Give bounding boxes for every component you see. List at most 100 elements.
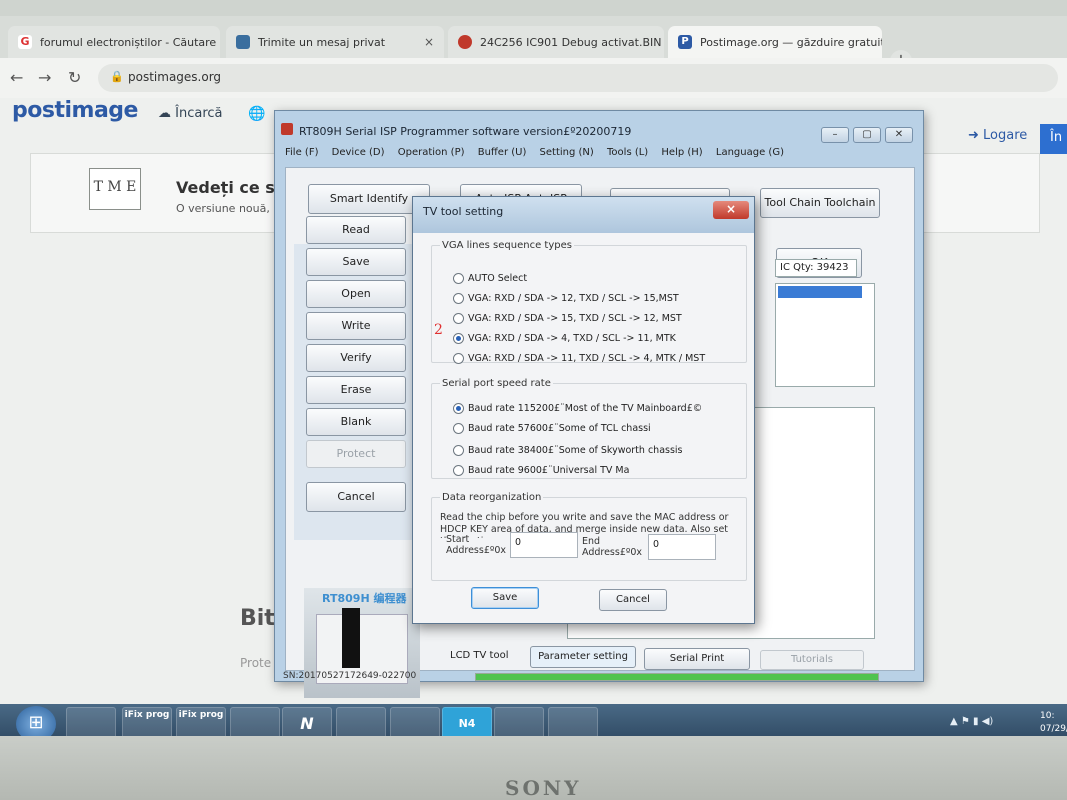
erase-button[interactable]: Erase [306, 376, 406, 404]
menu-device[interactable]: Device (D) [332, 147, 385, 158]
vga-option-auto[interactable]: AUTO Select [453, 273, 527, 284]
postimage-logo[interactable]: postimage [12, 98, 138, 123]
brand-label: SONY [505, 776, 582, 800]
vga-option-4-11[interactable]: VGA: RXD / SDA -> 4, TXD / SCL -> 11, MT… [453, 333, 676, 344]
baud-9600-option[interactable]: Baud rate 9600£¨Universal TV Ma [453, 465, 629, 476]
signup-button[interactable]: În [1040, 124, 1067, 154]
app-icon [281, 123, 293, 135]
dialog-cancel-button[interactable]: Cancel [599, 589, 667, 611]
device-label: RT809H 编程器 [322, 592, 407, 605]
login-label: Logare [983, 128, 1028, 143]
address-bar-row: ← → ↻ 🔒 postimages.org [0, 58, 1067, 98]
radio-button[interactable] [453, 353, 464, 364]
blank-button[interactable]: Blank [306, 408, 406, 436]
start-address-input[interactable]: 0 [510, 532, 578, 558]
radio-button-selected[interactable] [453, 403, 464, 414]
radio-button[interactable] [453, 445, 464, 456]
clock-time: 10: [1040, 711, 1055, 721]
radio-button[interactable] [453, 293, 464, 304]
dialog-close-button[interactable]: × [713, 201, 749, 219]
back-icon[interactable]: ← [10, 68, 23, 87]
browser-tab-google[interactable]: G forumul electroniștilor - Căutare ... … [8, 26, 220, 58]
login-link[interactable]: ➜ Logare [968, 128, 1027, 143]
radio-button[interactable] [453, 423, 464, 434]
option-label: VGA: RXD / SDA -> 15, TXD / SCL -> 12, M… [468, 313, 682, 324]
browser-tab-message[interactable]: Trimite un mesaj privat × [226, 26, 444, 58]
read-button[interactable]: Read [306, 216, 406, 244]
option-label: Baud rate 115200£¨Most of the TV Mainboa… [468, 403, 703, 414]
option-label: Baud rate 9600£¨Universal TV Ma [468, 465, 630, 476]
system-tray[interactable]: ▲ ⚑ ▮ ◀) [950, 716, 993, 727]
end-address-input[interactable]: 0 [648, 534, 716, 560]
tutorials-button[interactable]: Tutorials [760, 650, 864, 670]
radio-button-selected[interactable] [453, 333, 464, 344]
verify-button[interactable]: Verify [306, 344, 406, 372]
globe-icon[interactable]: 🌐 [248, 106, 265, 122]
taskbar: ⊞ iFix prog iFix prog N N4 ▲ ⚑ ▮ ◀) 10: … [0, 704, 1067, 740]
upload-link[interactable]: ☁ Încarcă [158, 106, 223, 121]
radio-button[interactable] [453, 313, 464, 324]
device-list[interactable] [775, 283, 875, 387]
option-label: Baud rate 57600£¨Some of TCL chassi [468, 423, 651, 434]
data-group-title: Data reorganization [440, 492, 544, 503]
menu-file[interactable]: File (F) [285, 147, 318, 158]
save-button[interactable]: Save [306, 248, 406, 276]
option-label: AUTO Select [468, 273, 528, 284]
record-icon [458, 35, 472, 49]
lock-icon: 🔒 [110, 70, 124, 83]
section-subtext: Prote [240, 656, 272, 670]
vga-group-title: VGA lines sequence types [440, 240, 574, 251]
tab-label: Trimite un mesaj privat [258, 35, 386, 49]
selected-row[interactable] [778, 286, 862, 298]
menu-language[interactable]: Language (G) [716, 147, 784, 158]
open-button[interactable]: Open [306, 280, 406, 308]
url-field[interactable]: 🔒 postimages.org [98, 64, 1058, 92]
tme-logo: T M E [89, 168, 141, 210]
url-text: postimages.org [128, 70, 222, 84]
close-button[interactable]: ✕ [885, 127, 913, 143]
lcd-tv-tool-label[interactable]: LCD TV tool [450, 650, 509, 661]
postimage-icon: P [678, 35, 692, 49]
minimize-button[interactable]: – [821, 127, 849, 143]
toolchain-button[interactable]: Tool Chain Toolchain [760, 188, 880, 218]
baud-115200-option[interactable]: Baud rate 115200£¨Most of the TV Mainboa… [453, 403, 702, 414]
menu-buffer[interactable]: Buffer (U) [478, 147, 527, 158]
cancel-button[interactable]: Cancel [306, 482, 406, 512]
radio-button[interactable] [453, 273, 464, 284]
window-title: RT809H Serial ISP Programmer software ve… [299, 125, 632, 138]
card-subtitle: O versiune nouă, [176, 202, 270, 215]
login-icon: ➜ [968, 128, 979, 143]
menu-bar: File (F) Device (D) Operation (P) Buffer… [285, 147, 915, 165]
write-button[interactable]: Write [306, 312, 406, 340]
browser-tab-postimage[interactable]: P Postimage.org — găzduire gratuită × [668, 26, 882, 58]
vga-option-12-15[interactable]: VGA: RXD / SDA -> 12, TXD / SCL -> 15,MS… [453, 293, 679, 304]
start-button[interactable]: ⊞ [16, 706, 56, 740]
baud-57600-option[interactable]: Baud rate 57600£¨Some of TCL chassi [453, 423, 651, 434]
serial-print-button[interactable]: Serial Print [644, 648, 750, 670]
menu-setting[interactable]: Setting (N) [540, 147, 594, 158]
browser-tab-bin[interactable]: 24C256 IC901 Debug activat.BIN × [448, 26, 664, 58]
menu-tools[interactable]: Tools (L) [607, 147, 648, 158]
radio-button[interactable] [453, 465, 464, 476]
clock-date: 07/29/ [1040, 724, 1067, 734]
close-tab-icon[interactable]: × [424, 35, 434, 49]
reload-icon[interactable]: ↻ [68, 68, 81, 87]
ic-qty-field: IC Qty: 39423 [775, 259, 857, 277]
dialog-save-button[interactable]: Save [471, 587, 539, 609]
speed-group-title: Serial port speed rate [440, 378, 553, 389]
baud-38400-option[interactable]: Baud rate 38400£¨Some of Skyworth chassi… [453, 445, 683, 456]
menu-operation[interactable]: Operation (P) [398, 147, 465, 158]
vga-option-11-4[interactable]: VGA: RXD / SDA -> 11, TXD / SCL -> 4, MT… [453, 353, 705, 364]
progress-fill [476, 674, 878, 680]
screen: G forumul electroniștilor - Căutare ... … [0, 16, 1067, 740]
maximize-button[interactable]: ▢ [853, 127, 881, 143]
parameter-setting-button[interactable]: Parameter setting [530, 646, 636, 668]
menu-help[interactable]: Help (H) [661, 147, 702, 158]
vga-option-15-12[interactable]: VGA: RXD / SDA -> 15, TXD / SCL -> 12, M… [453, 313, 682, 324]
upload-label: Încarcă [175, 106, 223, 121]
forward-icon[interactable]: → [38, 68, 51, 87]
protect-button[interactable]: Protect [306, 440, 406, 468]
clock[interactable]: 10: 07/29/ [1040, 710, 1067, 736]
serial-number: SN:20170527172649-022700 [283, 671, 417, 681]
option-label: VGA: RXD / SDA -> 4, TXD / SCL -> 11, MT… [468, 333, 676, 344]
